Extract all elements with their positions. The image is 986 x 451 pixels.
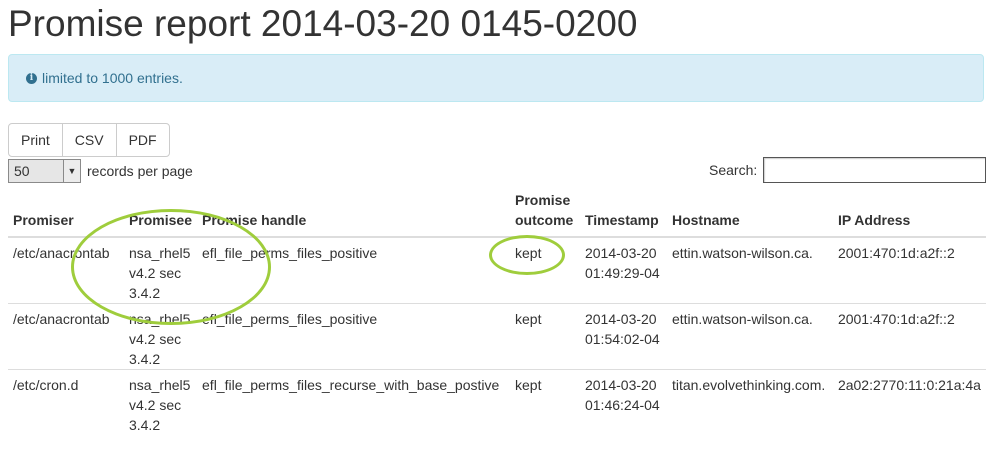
search-label: Search: bbox=[709, 162, 758, 178]
cell-promise-outcome: kept bbox=[510, 303, 580, 370]
cell-promisee: nsa_rhel5 v4.2 sec 3.4.2 bbox=[123, 369, 198, 436]
cell-hostname: ettin.watson-wilson.ca. bbox=[666, 303, 833, 370]
table-row: /etc/anacrontab nsa_rhel5 v4.2 sec 3.4.2… bbox=[8, 237, 986, 304]
cell-promise-outcome: kept bbox=[510, 369, 580, 436]
triangle-down-icon[interactable]: ▼ bbox=[63, 160, 80, 182]
cell-promiser: /etc/anacrontab bbox=[13, 245, 110, 261]
page-title: Promise report 2014-03-20 0145-0200 bbox=[8, 3, 638, 44]
cell-timestamp: 2014-03-20 01:54:02-04 bbox=[579, 303, 667, 370]
cell-promise-handle: efl_file_perms_files_positive bbox=[197, 303, 510, 370]
cell-hostname: titan.evolvethinking.com. bbox=[666, 369, 833, 436]
column-header-ip-address[interactable]: IP Address bbox=[832, 190, 986, 238]
cell-ip-address: 2a02:2770:11:0:21a:4a bbox=[832, 369, 986, 436]
cell-ip-address: 2001:470:1d:a2f::2 bbox=[832, 303, 986, 370]
records-per-page-control: 50 ▼ records per page bbox=[8, 159, 193, 183]
print-button[interactable]: Print bbox=[8, 123, 63, 157]
records-per-page-label: records per page bbox=[87, 163, 193, 179]
column-header-promisee[interactable]: Promisee bbox=[123, 190, 198, 238]
cell-promise-handle: efl_file_perms_files_positive bbox=[202, 245, 378, 261]
alert-text: limited to 1000 entries. bbox=[42, 70, 183, 86]
column-header-promiser[interactable]: Promiser bbox=[8, 190, 124, 238]
column-header-promise-handle[interactable]: Promise handle bbox=[197, 190, 510, 238]
cell-promise-outcome: kept bbox=[515, 245, 542, 261]
cell-promise-handle: efl_file_perms_files_recurse_with_base_p… bbox=[197, 369, 510, 436]
records-per-page-select[interactable]: 50 ▼ bbox=[8, 159, 81, 183]
column-header-hostname[interactable]: Hostname bbox=[666, 190, 833, 238]
cell-hostname: ettin.watson-wilson.ca. bbox=[671, 245, 813, 261]
info-alert: i limited to 1000 entries. bbox=[8, 54, 984, 102]
table-header-row: Promiser Promisee Promise handle Promise… bbox=[8, 190, 986, 238]
cell-promiser: /etc/cron.d bbox=[8, 369, 124, 436]
search-input[interactable] bbox=[763, 157, 986, 183]
column-header-timestamp[interactable]: Timestamp bbox=[579, 190, 667, 238]
table-row: /etc/cron.d nsa_rhel5 v4.2 sec 3.4.2 efl… bbox=[8, 369, 986, 436]
cell-promisee: nsa_rhel5 v4.2 sec 3.4.2 bbox=[128, 245, 191, 301]
cell-timestamp: 2014-03-20 01:46:24-04 bbox=[579, 369, 667, 436]
export-buttons: Print CSV PDF bbox=[8, 123, 170, 157]
cell-promisee: nsa_rhel5 v4.2 sec 3.4.2 bbox=[123, 303, 198, 370]
table-row: /etc/anacrontab nsa_rhel5 v4.2 sec 3.4.2… bbox=[8, 303, 986, 370]
records-per-page-value: 50 bbox=[14, 163, 30, 179]
promise-report-table: Promiser Promisee Promise handle Promise… bbox=[8, 190, 986, 436]
search-control: Search: bbox=[709, 157, 986, 183]
csv-button[interactable]: CSV bbox=[61, 123, 117, 157]
column-header-promise-outcome[interactable]: Promise outcome bbox=[510, 190, 580, 238]
pdf-button[interactable]: PDF bbox=[115, 123, 170, 157]
cell-promiser: /etc/anacrontab bbox=[8, 303, 124, 370]
cell-ip-address: 2001:470:1d:a2f::2 bbox=[837, 245, 955, 261]
info-icon: i bbox=[26, 72, 37, 84]
cell-timestamp: 2014-03-20 01:49:29-04 bbox=[584, 245, 660, 281]
